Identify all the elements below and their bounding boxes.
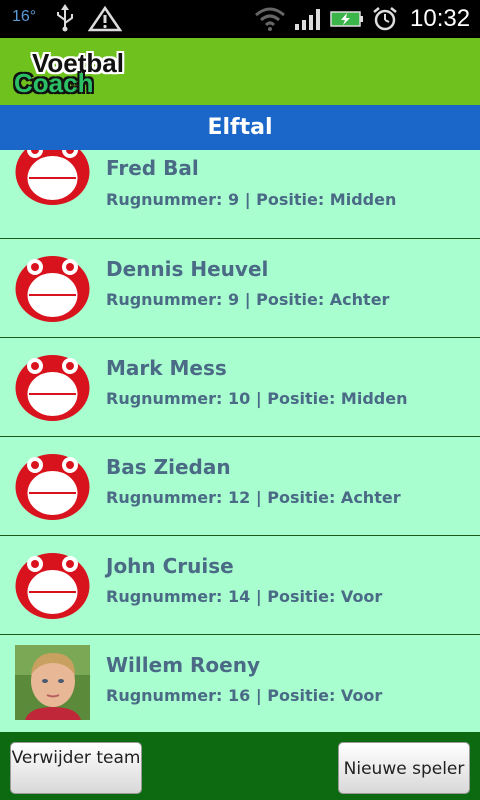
wifi-icon: [255, 7, 285, 31]
player-row[interactable]: Willem Roeny Rugnummer: 16 | Positie: Vo…: [0, 635, 480, 732]
player-name: Mark Mess: [106, 356, 227, 380]
player-name: Fred Bal: [106, 156, 199, 180]
new-player-button[interactable]: Nieuwe speler: [338, 742, 470, 794]
player-name: Willem Roeny: [106, 653, 260, 677]
page-title: Elftal: [0, 105, 480, 150]
clock-time: 10:32: [410, 5, 471, 32]
player-row[interactable]: Mark Mess Rugnummer: 10 | Positie: Midde…: [0, 338, 480, 438]
logo-text-coach: Coach: [14, 68, 94, 98]
placeholder-face-icon: [15, 553, 90, 619]
player-info: Rugnummer: 10 | Positie: Midden: [106, 389, 408, 408]
placeholder-face-icon: [15, 150, 90, 205]
placeholder-face-icon: [15, 256, 90, 322]
usb-icon: [57, 4, 73, 32]
player-name: John Cruise: [106, 554, 234, 578]
player-info: Rugnummer: 12 | Positie: Achter: [106, 488, 401, 507]
bottom-action-bar: Verwijder team Nieuwe speler: [0, 732, 480, 800]
player-row[interactable]: John Cruise Rugnummer: 14 | Positie: Voo…: [0, 536, 480, 636]
alarm-icon: [373, 7, 397, 31]
player-row[interactable]: Bas Ziedan Rugnummer: 12 | Positie: Acht…: [0, 437, 480, 537]
player-name: Bas Ziedan: [106, 455, 231, 479]
placeholder-face-icon: [15, 355, 90, 421]
player-list[interactable]: Fred Bal Rugnummer: 9 | Positie: Midden …: [0, 150, 480, 732]
app-bar: Voetbal Coach: [0, 38, 480, 105]
delete-team-button[interactable]: Verwijder team: [10, 742, 142, 794]
warning-icon: [88, 6, 122, 32]
status-bar: 16° 10:32: [0, 0, 480, 38]
battery-charging-icon: [330, 11, 363, 27]
player-name: Dennis Heuvel: [106, 257, 269, 281]
app-logo: Voetbal Coach: [14, 46, 138, 98]
player-info: Rugnummer: 16 | Positie: Voor: [106, 686, 383, 705]
player-photo: [15, 645, 90, 720]
temperature-text: 16°: [12, 8, 37, 25]
player-row[interactable]: Fred Bal Rugnummer: 9 | Positie: Midden: [0, 150, 480, 240]
player-row[interactable]: Dennis Heuvel Rugnummer: 9 | Positie: Ac…: [0, 239, 480, 339]
player-info: Rugnummer: 14 | Positie: Voor: [106, 587, 383, 606]
player-info: Rugnummer: 9 | Positie: Achter: [106, 290, 390, 309]
placeholder-face-icon: [15, 454, 90, 520]
signal-icon: [295, 9, 320, 30]
player-info: Rugnummer: 9 | Positie: Midden: [106, 190, 397, 209]
